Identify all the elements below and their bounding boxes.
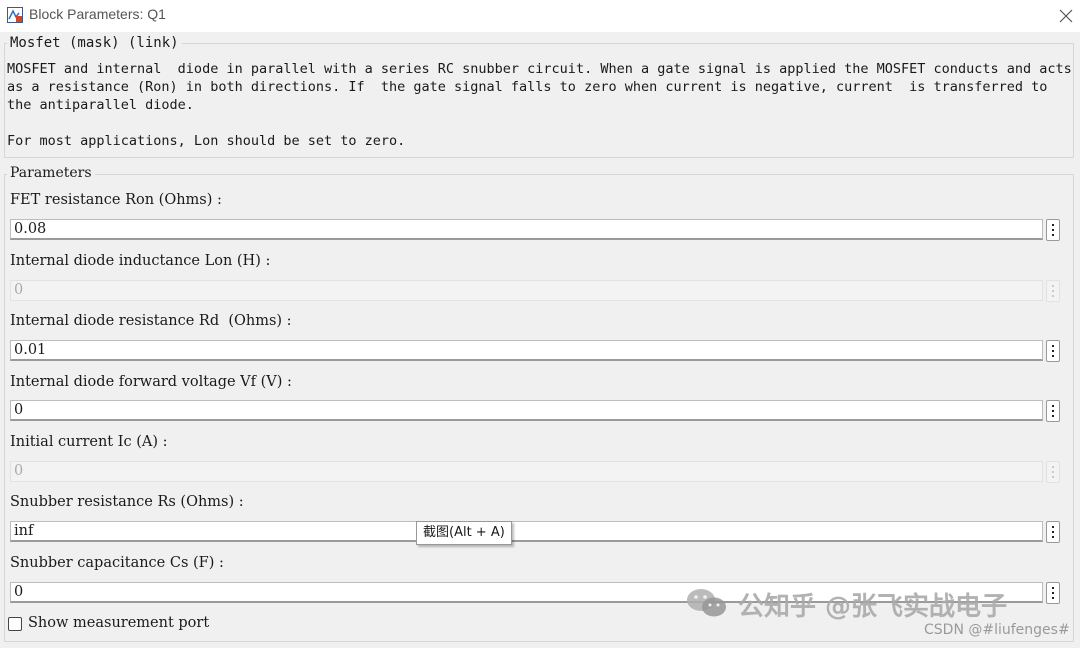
watermark-text: 公知乎 @张飞实战电子: [738, 592, 1008, 622]
mask-description: MOSFET and internal diode in parallel wi…: [7, 61, 1072, 149]
lon-more-button: [1046, 280, 1060, 302]
rs-more-button[interactable]: [1046, 521, 1060, 543]
show-measurement-label: Show measurement port: [28, 615, 210, 631]
cs-label: Snubber capacitance Cs (F) :: [10, 555, 224, 571]
rd-more-button[interactable]: [1046, 340, 1060, 362]
lon-input: 0: [10, 280, 1043, 301]
lon-label: Internal diode inductance Lon (H) :: [10, 253, 271, 269]
vf-more-button[interactable]: [1046, 400, 1060, 422]
wechat-logo-icon: [686, 586, 728, 624]
csdn-watermark: CSDN @#liufenges#: [924, 622, 1070, 638]
show-measurement-checkbox[interactable]: [8, 617, 22, 631]
rs-input[interactable]: inf: [10, 521, 1043, 542]
simulink-block-icon: [7, 7, 23, 23]
ron-label: FET resistance Ron (Ohms) :: [10, 192, 222, 208]
ic-more-button: [1046, 461, 1060, 483]
ic-label: Initial current Ic (A) :: [10, 434, 168, 450]
cs-more-button[interactable]: [1046, 582, 1060, 604]
title-bar: Block Parameters: Q1: [0, 0, 1080, 32]
ron-more-button[interactable]: [1046, 219, 1060, 241]
vf-label: Internal diode forward voltage Vf (V) :: [10, 374, 292, 390]
parameters-legend: Parameters: [7, 165, 95, 181]
rd-label: Internal diode resistance Rd (Ohms) :: [10, 313, 292, 329]
vf-input[interactable]: 0: [10, 400, 1043, 421]
mask-legend: Mosfet (mask) (link): [7, 35, 182, 51]
window-title: Block Parameters: Q1: [29, 6, 166, 22]
ron-input[interactable]: 0.08: [10, 219, 1043, 240]
close-icon: [1059, 9, 1073, 23]
rd-input[interactable]: 0.01: [10, 340, 1043, 361]
rs-label: Snubber resistance Rs (Ohms) :: [10, 494, 244, 510]
screenshot-tooltip: 截图(Alt + A): [416, 521, 512, 545]
ic-input: 0: [10, 461, 1043, 482]
close-button[interactable]: [1052, 2, 1080, 30]
